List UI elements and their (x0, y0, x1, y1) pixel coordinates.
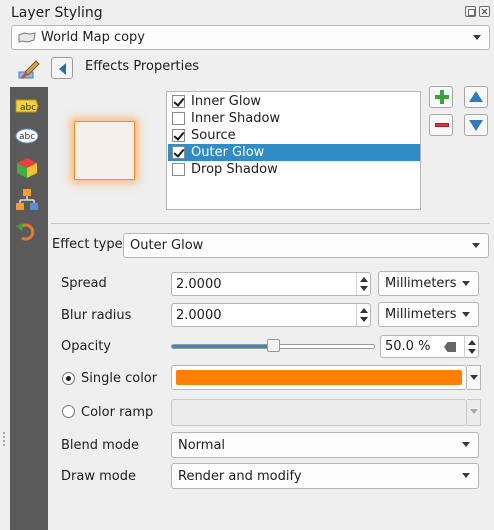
spread-unit-select[interactable]: Millimeters (378, 271, 479, 296)
blur-radius-spinbox[interactable]: 2.0000 (171, 303, 371, 327)
effect-checkbox[interactable] (172, 146, 185, 159)
effect-label: Drop Shadow (191, 162, 278, 177)
diagram-icon[interactable] (14, 188, 40, 212)
effect-checkbox[interactable] (172, 95, 185, 108)
divider (51, 223, 490, 224)
blend-mode-value: Normal (178, 437, 226, 453)
color-ramp-button (171, 399, 467, 426)
chevron-down-icon (472, 243, 480, 248)
spin-arrows-icon[interactable] (356, 304, 370, 326)
single-color-radio[interactable] (62, 372, 75, 385)
chevron-down-icon (462, 281, 470, 286)
blur-radius-value: 2.0000 (176, 307, 222, 323)
resize-grip[interactable] (3, 432, 5, 446)
spin-arrows-icon[interactable] (464, 336, 478, 358)
svg-text:abc: abc (19, 132, 35, 142)
effect-label: Source (191, 128, 236, 143)
chevron-down-icon (473, 35, 481, 40)
blur-radius-label: Blur radius (61, 308, 132, 323)
add-effect-button[interactable] (429, 86, 453, 108)
spread-label: Spread (61, 276, 107, 291)
preview-square (74, 121, 135, 180)
draw-mode-select[interactable]: Render and modify (171, 463, 479, 489)
opacity-spinbox[interactable]: 50.0 % (380, 335, 479, 358)
blend-mode-select[interactable]: Normal (171, 432, 479, 458)
effect-label: Inner Glow (191, 94, 262, 109)
effect-type-value: Outer Glow (130, 238, 204, 253)
color-menu-button[interactable] (467, 365, 481, 390)
close-panel-button[interactable] (479, 6, 490, 17)
opacity-slider-handle[interactable] (267, 339, 280, 352)
3d-cube-icon[interactable] (14, 156, 40, 180)
layer-select-value: World Map copy (41, 30, 145, 45)
effect-checkbox[interactable] (172, 129, 185, 142)
blur-unit-value: Millimeters (385, 307, 457, 322)
clear-icon[interactable] (444, 342, 456, 352)
history-undo-icon[interactable] (14, 220, 40, 244)
move-up-button[interactable] (464, 86, 488, 108)
effect-item-drop-shadow[interactable]: Drop Shadow (168, 161, 420, 178)
chevron-down-icon (462, 442, 470, 447)
effect-item-outer-glow[interactable]: Outer Glow (168, 144, 420, 161)
effect-item-inner-glow[interactable]: Inner Glow (168, 93, 420, 110)
effect-label: Outer Glow (191, 145, 265, 160)
opacity-slider[interactable] (171, 339, 375, 352)
spread-value: 2.0000 (176, 276, 222, 292)
svg-text:abc: abc (20, 103, 36, 113)
draw-mode-label: Draw mode (61, 469, 136, 484)
effect-checkbox[interactable] (172, 112, 185, 125)
layer-select[interactable]: World Map copy (11, 25, 490, 50)
chevron-down-icon (470, 375, 478, 380)
spread-unit-value: Millimeters (385, 276, 457, 291)
label-abc-icon[interactable]: abc (14, 124, 40, 148)
page-title: Effects Properties (85, 59, 200, 74)
chevron-down-icon (462, 473, 470, 478)
paint-brush-icon[interactable] (17, 58, 41, 82)
float-panel-button[interactable] (465, 6, 476, 17)
back-arrow-icon (59, 63, 66, 75)
draw-mode-value: Render and modify (178, 468, 302, 484)
label-icon[interactable]: abc (14, 94, 40, 118)
back-button[interactable] (51, 57, 73, 79)
opacity-slider-fill (172, 345, 273, 348)
effect-checkbox[interactable] (172, 163, 185, 176)
chevron-down-icon (462, 312, 470, 317)
effect-label: Inner Shadow (191, 111, 281, 126)
color-ramp-radio[interactable] (62, 405, 75, 418)
effect-type-label: Effect type (52, 237, 123, 252)
minus-icon (435, 123, 449, 127)
color-ramp-label: Color ramp (81, 405, 154, 420)
effect-item-source[interactable]: Source (168, 127, 420, 144)
arrow-up-icon (469, 91, 483, 102)
effect-preview (63, 108, 148, 193)
opacity-value: 50.0 % (385, 339, 431, 354)
remove-effect-button[interactable] (429, 114, 453, 136)
chevron-down-icon (470, 409, 478, 414)
panel-title: Layer Styling (11, 5, 103, 21)
blend-mode-label: Blend mode (61, 438, 140, 453)
color-button[interactable] (171, 365, 467, 390)
spin-arrows-icon[interactable] (356, 273, 370, 295)
style-sidebar: abc abc (10, 87, 48, 530)
arrow-down-icon (469, 120, 483, 131)
color-ramp-menu-button (467, 399, 481, 426)
move-down-button[interactable] (464, 114, 488, 136)
effect-type-select[interactable]: Outer Glow (123, 233, 489, 258)
color-swatch (176, 370, 462, 385)
spread-spinbox[interactable]: 2.0000 (171, 272, 371, 296)
effects-list[interactable]: Inner Glow Inner Shadow Source Outer Glo… (166, 91, 421, 210)
opacity-label: Opacity (61, 339, 112, 354)
effect-item-inner-shadow[interactable]: Inner Shadow (168, 110, 420, 127)
single-color-label: Single color (81, 371, 158, 386)
blur-unit-select[interactable]: Millimeters (378, 302, 479, 327)
polygon-layer-icon (18, 32, 36, 43)
